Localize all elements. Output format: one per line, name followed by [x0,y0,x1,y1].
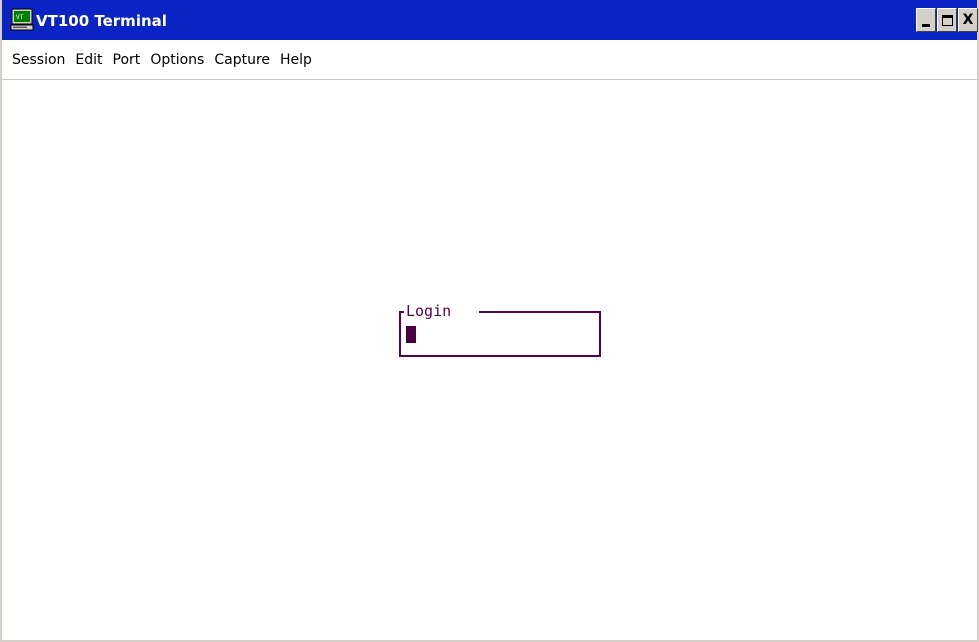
menu-session[interactable]: Session [12,52,65,68]
menu-help[interactable]: Help [280,52,312,68]
minimize-icon [922,23,930,27]
maximize-icon [941,14,953,26]
terminal-screen[interactable] [10,81,977,640]
close-icon: X [962,12,974,28]
menu-options[interactable]: Options [150,52,204,68]
close-button[interactable]: X [958,8,978,32]
login-label: Login [405,299,453,323]
login-frame-top-right [479,311,601,313]
svg-text:VT: VT [16,14,24,21]
terminal-computer-icon: VT [10,8,34,31]
maximize-button[interactable] [937,8,957,32]
menu-capture[interactable]: Capture [214,52,270,68]
menu-edit[interactable]: Edit [75,52,102,68]
text-cursor[interactable] [406,326,416,343]
login-frame-top-left [399,311,404,313]
menu-port[interactable]: Port [113,52,141,68]
app-window: VT VT100 Terminal X Session Edit Port Op… [0,0,979,642]
minimize-button[interactable] [916,8,936,32]
title-bar[interactable]: VT VT100 Terminal X [2,0,978,40]
menu-bar: Session Edit Port Options Capture Help [2,40,977,80]
window-title: VT100 Terminal [36,12,167,30]
